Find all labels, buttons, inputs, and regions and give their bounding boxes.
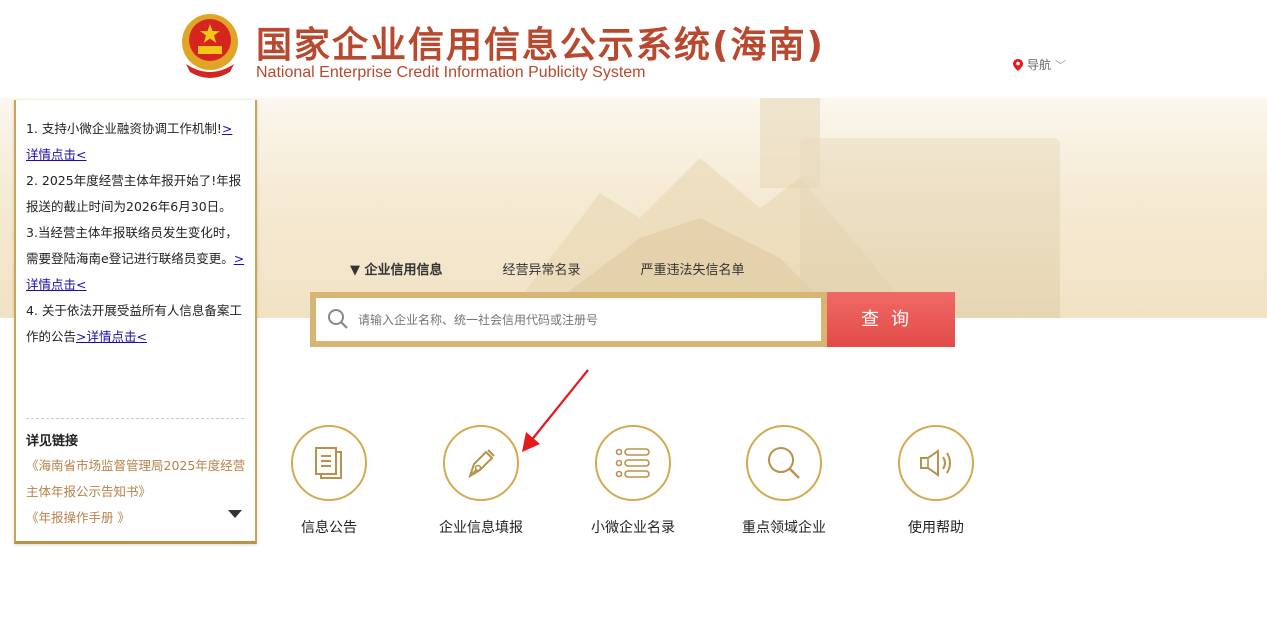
feature-circle xyxy=(746,425,822,501)
links-title: 详见链接 xyxy=(26,434,79,449)
divider xyxy=(26,418,244,419)
pen-icon xyxy=(468,449,495,479)
notice-item: 1. 支持小微企业融资协调工作机制!> 详情点击< xyxy=(26,116,248,168)
tab-serious-violation-list[interactable]: 严重违法失信名单 xyxy=(641,259,745,278)
notice-text: 3.当经营主体年报联络员发生变化时，需要登陆海南e登记进行联络员变更。 xyxy=(26,225,238,266)
link-annual-report-notice[interactable]: 《海南省市场监督管理局2025年度经营主体年报公示告知书》 xyxy=(26,453,248,505)
magnifier-icon xyxy=(768,447,800,479)
list-icon xyxy=(615,448,650,478)
feature-key-sector-enterprises[interactable]: 重点领域企业 xyxy=(729,425,839,537)
notice-text: 1. 支持小微企业融资协调工作机制! xyxy=(26,121,222,136)
search-button[interactable]: 查询 xyxy=(827,292,955,347)
notice-item: 4. 关于依法开展受益所有人信息备案工作的公告>详情点击< xyxy=(26,298,248,350)
feature-usage-help[interactable]: 使用帮助 xyxy=(881,425,991,537)
feature-small-micro-list[interactable]: 小微企业名录 xyxy=(578,425,688,537)
notice-text: 2. 2025年度经营主体年报开始了!年报报送的截止时间为2026年6月30日。 xyxy=(26,173,242,214)
site-subtitle-en: National Enterprise Credit Information P… xyxy=(256,64,646,81)
notice-detail-link[interactable]: >详情点击< xyxy=(76,329,147,344)
search-tabs: ▼ 企业信用信息 经营异常名录 严重违法失信名单 xyxy=(350,259,805,278)
tab-enterprise-credit[interactable]: ▼ 企业信用信息 xyxy=(350,259,443,278)
feature-info-announcement[interactable]: 信息公告 xyxy=(274,425,384,537)
nav-label: 导航 xyxy=(1027,58,1052,72)
feature-circle xyxy=(595,425,671,501)
scroll-down-icon[interactable] xyxy=(228,510,242,518)
feature-circle xyxy=(291,425,367,501)
national-emblem-icon xyxy=(182,14,238,78)
annotation-arrow-icon xyxy=(522,369,589,452)
feature-label: 企业信息填报 xyxy=(439,520,523,536)
notice-item: 3.当经营主体年报联络员发生变化时，需要登陆海南e登记进行联络员变更。> 详情点… xyxy=(26,220,248,298)
chevron-down-icon: ﹀ xyxy=(1055,58,1067,72)
notice-list: 1. 支持小微企业融资协调工作机制!> 详情点击< 2. 2025年度经营主体年… xyxy=(26,116,248,350)
search-input[interactable] xyxy=(316,298,821,341)
location-pin-icon xyxy=(1013,58,1023,71)
feature-label: 信息公告 xyxy=(301,520,357,536)
document-icon xyxy=(315,447,342,479)
feature-label: 小微企业名录 xyxy=(591,520,675,536)
feature-circle xyxy=(443,425,519,501)
tab-abnormal-list[interactable]: 经营异常名录 xyxy=(503,259,581,278)
feature-circle xyxy=(898,425,974,501)
link-annual-report-manual[interactable]: 《年报操作手册 》 xyxy=(26,505,248,531)
search-icon xyxy=(328,309,348,329)
notice-item: 2. 2025年度经营主体年报开始了!年报报送的截止时间为2026年6月30日。 xyxy=(26,168,248,220)
ding-vessel-illustration xyxy=(800,138,1060,318)
speaker-icon xyxy=(920,449,951,477)
site-title: 国家企业信用信息公示系统(海南) xyxy=(256,25,825,66)
feature-label: 使用帮助 xyxy=(908,520,964,536)
notice-panel: 1. 支持小微企业融资协调工作机制!> 详情点击< 2. 2025年度经营主体年… xyxy=(14,100,257,544)
links-list: 《海南省市场监督管理局2025年度经营主体年报公示告知书》 《年报操作手册 》 xyxy=(26,453,248,531)
nav-menu[interactable]: 导航 ﹀ xyxy=(1013,56,1066,73)
feature-label: 重点领域企业 xyxy=(742,520,826,536)
